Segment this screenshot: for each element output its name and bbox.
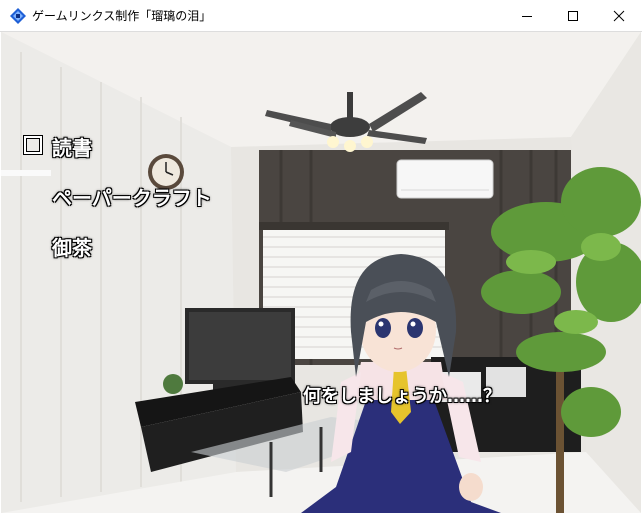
living-room-background [1, 32, 641, 513]
menu-item-tea[interactable]: 御茶 [52, 232, 92, 261]
maximize-button[interactable] [550, 0, 596, 32]
game-scene[interactable]: 読書 ペーパークラフト 御茶 何をしましょうか……？ [1, 32, 641, 513]
menu-item-reading[interactable]: 読書 [52, 132, 92, 161]
dialog-text: 何をしましょうか……？ [303, 386, 501, 407]
menu-cursor-icon [24, 136, 42, 154]
minimize-icon [522, 16, 532, 17]
app-diamond-icon [10, 8, 26, 24]
maximize-icon [568, 11, 578, 21]
close-icon [613, 10, 625, 22]
minimize-button[interactable] [504, 0, 550, 32]
window-title: ゲームリンクス制作「瑠璃の泪」 [32, 9, 212, 23]
close-button[interactable] [596, 0, 642, 32]
menu-item-papercraft[interactable]: ペーパークラフト [52, 182, 212, 211]
window-titlebar: ゲームリンクス制作「瑠璃の泪」 [0, 0, 642, 32]
